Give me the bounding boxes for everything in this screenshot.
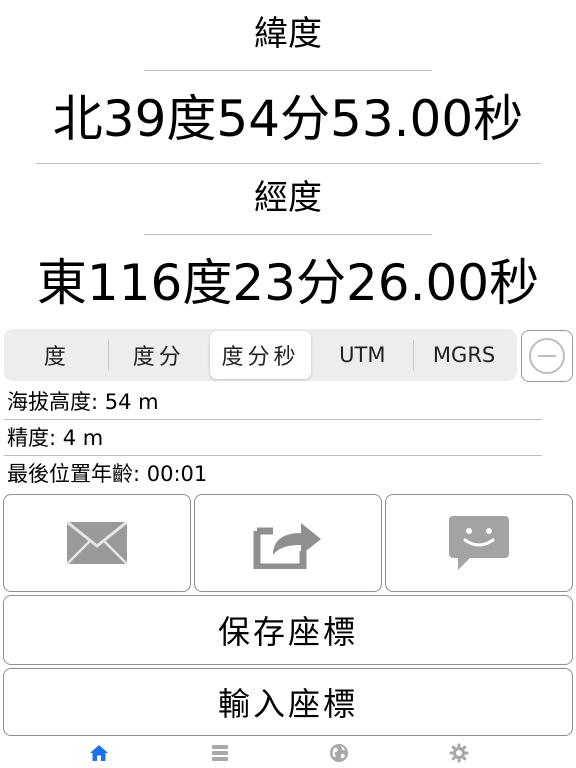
message-button[interactable]: [385, 494, 573, 592]
email-button[interactable]: [3, 494, 191, 592]
location-age-row: 最後位置年齡: 00:01: [7, 459, 207, 489]
location-age-text: 最後位置年齡: 00:01: [7, 462, 208, 486]
tab-bar: [0, 738, 576, 768]
list-icon: [212, 745, 228, 761]
globe-icon: [330, 744, 348, 762]
segment-degrees-minutes[interactable]: 度分: [107, 331, 210, 379]
message-bubble-icon: [449, 516, 509, 570]
tab-globe[interactable]: [327, 742, 351, 764]
save-coordinates-button[interactable]: 保存座標: [3, 595, 573, 665]
info-divider-1: [4, 419, 542, 420]
latitude-value: 北39度54分53.00秒: [52, 90, 524, 148]
segment-degrees[interactable]: 度: [6, 331, 108, 379]
tab-list[interactable]: [208, 742, 232, 764]
remove-button[interactable]: [521, 330, 573, 382]
input-coordinates-button[interactable]: 輸入座標: [3, 668, 573, 736]
longitude-value: 東116度23分26.00秒: [36, 254, 540, 312]
altitude-row: 海拔高度: 54 m: [7, 387, 159, 417]
tab-home[interactable]: [87, 742, 111, 764]
latitude-divider: [144, 70, 432, 71]
longitude-divider: [144, 234, 432, 235]
longitude-title: 經度: [254, 178, 322, 218]
altitude-text: 海拔高度: 54 m: [7, 390, 159, 414]
accuracy-text: 精度: 4 m: [7, 426, 104, 450]
segment-degrees-minutes-seconds[interactable]: 度分秒: [209, 331, 312, 379]
share-icon: [253, 523, 321, 569]
info-divider-2: [4, 455, 542, 456]
latitude-bottom-divider: [36, 163, 541, 164]
accuracy-row: 精度: 4 m: [7, 423, 103, 453]
segment-mgrs[interactable]: MGRS: [413, 331, 515, 379]
latitude-title: 緯度: [254, 14, 322, 54]
minus-circle-icon: [529, 338, 565, 374]
share-button[interactable]: [194, 494, 382, 592]
format-segmented-control: 度 度分 度分秒 UTM MGRS: [4, 329, 517, 381]
segment-utm[interactable]: UTM: [311, 331, 413, 379]
home-icon: [90, 745, 108, 761]
envelope-icon: [66, 521, 128, 565]
tab-settings[interactable]: [447, 742, 471, 764]
gear-icon: [449, 743, 469, 763]
